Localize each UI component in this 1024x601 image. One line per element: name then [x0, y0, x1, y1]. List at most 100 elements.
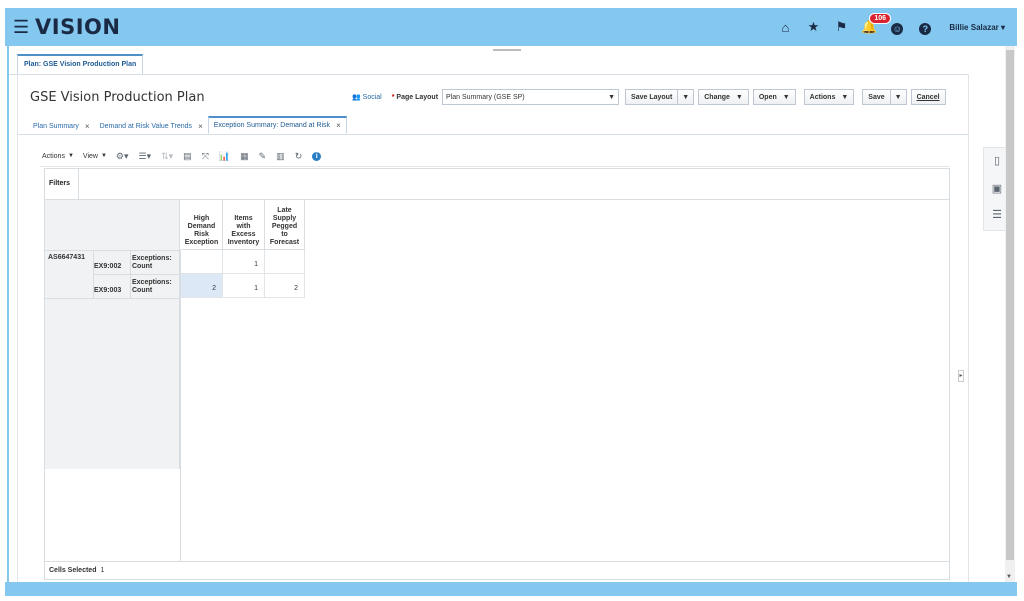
column-header-line: Late — [277, 207, 292, 214]
bottom-bar — [5, 582, 1017, 596]
data-cell[interactable]: 1 — [223, 250, 265, 274]
close-icon[interactable]: × — [85, 122, 90, 131]
chevron-down-icon: ▼ — [67, 153, 74, 159]
collapse-pane-handle[interactable]: ▸ — [958, 370, 964, 382]
status-label: Cells Selected — [49, 567, 97, 574]
bell-icon[interactable]: 🔔 106 — [855, 13, 892, 35]
save-dropdown[interactable]: ▼ — [890, 89, 907, 105]
hamburger-icon[interactable]: ☰ — [13, 18, 29, 36]
subtab-label: Demand at Risk Value Trends — [99, 123, 193, 130]
subtab-label: Plan Summary — [33, 123, 79, 130]
layout-icon[interactable]: ▣ — [990, 182, 1004, 196]
measure-line: Count — [132, 287, 153, 294]
open-button[interactable]: Open ▼ — [752, 89, 796, 105]
flag-icon[interactable]: ⚑ — [827, 19, 855, 35]
row-measure[interactable]: Exceptions: Count — [132, 255, 172, 271]
table-icon[interactable]: ▥ — [276, 151, 285, 162]
page-layout-select[interactable]: Plan Summary (GSE SP) ▼ — [442, 89, 620, 105]
help-icon[interactable]: ? — [911, 20, 939, 35]
change-button[interactable]: Change ▼ — [698, 89, 749, 105]
chevron-down-icon: ▼ — [735, 93, 743, 101]
actions-button[interactable]: Actions ▼ — [803, 89, 855, 105]
column-header[interactable]: High Demand Risk Exception — [181, 200, 223, 250]
pivot-grid: Filters AS6647431 EX9:002 Exceptions: Cou… — [44, 168, 950, 580]
format-icon[interactable]: ☰▾ — [139, 151, 152, 162]
data-cell[interactable] — [181, 250, 223, 274]
subtab-label: Exception Summary: Demand at Risk — [213, 122, 331, 129]
scroll-down-icon[interactable]: ▼ — [1006, 574, 1012, 580]
subtab-plan-summary[interactable]: Plan Summary × — [28, 122, 95, 134]
close-icon[interactable]: × — [336, 121, 341, 130]
toolbar-view-menu[interactable]: View ▼ — [83, 153, 107, 160]
expand-icon[interactable]: ⤧ — [202, 151, 209, 162]
grid-toolbar: Actions ▼ View ▼ ⚙▾ ☰▾ ⇅▾ ▤ ⤧ 📊 ▦ ✎ ▥ ↻ i — [42, 148, 331, 164]
export-icon[interactable]: ▦ — [240, 151, 249, 162]
star-icon[interactable]: ★ — [799, 19, 827, 35]
page-tab-plan[interactable]: Plan: GSE Vision Production Plan — [17, 54, 144, 74]
info-icon[interactable]: i — [312, 151, 322, 161]
settings-icon[interactable]: ⚙▾ — [116, 151, 129, 162]
row-divider — [45, 298, 180, 299]
accessibility-icon[interactable]: ☺ — [883, 20, 911, 35]
save-layout-button[interactable]: Save Layout — [625, 89, 679, 105]
vertical-scrollbar[interactable]: ▼ — [1005, 46, 1015, 582]
row-item[interactable]: AS6647431 — [48, 254, 85, 262]
home-icon[interactable]: ⌂ — [771, 20, 799, 35]
main-frame: Plan: GSE Vision Production Plan GSE Vis… — [7, 46, 1009, 582]
measure-line: Exceptions: — [132, 255, 172, 262]
column-header[interactable]: Items with Excess Inventory — [223, 200, 265, 250]
close-icon[interactable]: × — [198, 122, 203, 131]
column-header-line: Pegged — [271, 223, 298, 230]
save-button[interactable]: Save — [862, 89, 891, 105]
app-logo[interactable]: VISION — [35, 15, 120, 39]
edit-icon[interactable]: ✎ — [259, 151, 267, 162]
social-icon: 👥 — [352, 94, 361, 101]
refresh-icon[interactable]: ↻ — [295, 151, 303, 162]
panel-grip[interactable] — [493, 49, 521, 51]
column-header[interactable]: Late Supply Pegged to Forecast — [265, 200, 305, 250]
scrollbar-thumb[interactable] — [1006, 50, 1014, 560]
toolbar-view-label: View — [82, 152, 98, 160]
column-header-line: with — [236, 223, 251, 230]
measure-line: Exceptions: — [132, 279, 172, 286]
list-icon[interactable]: ☰ — [990, 208, 1004, 222]
top-bar: ☰ VISION ⌂ ★ ⚑ 🔔 106 ☺ ? Billie Salazar ▾ — [5, 8, 1017, 46]
cancel-button[interactable]: Cancel — [910, 89, 946, 105]
subtab-exception-summary[interactable]: Exception Summary: Demand at Risk × — [207, 116, 347, 134]
column-header-text: Late Supply Pegged to Forecast — [270, 207, 299, 247]
column-header-line: Items — [234, 215, 253, 222]
row-measure[interactable]: Exceptions: Count — [132, 279, 172, 295]
document-icon[interactable]: ▯ — [990, 154, 1004, 168]
subtab-demand-at-risk-trends[interactable]: Demand at Risk Value Trends × — [95, 122, 208, 134]
data-cell[interactable] — [265, 250, 305, 274]
row-exception[interactable]: EX9:002 — [94, 263, 121, 271]
filters-label[interactable]: Filters — [45, 169, 79, 199]
toolbar-actions-menu[interactable]: Actions ▼ — [42, 153, 74, 160]
subtabs: Plan Summary × Demand at Risk Value Trend… — [28, 116, 347, 134]
measure-line: Count — [132, 263, 153, 270]
toolbar-actions-label: Actions — [42, 152, 65, 160]
data-cell[interactable]: 1 — [223, 274, 265, 298]
chevron-down-icon: ▼ — [841, 93, 849, 101]
column-header-line: High — [193, 215, 210, 222]
row-divider — [93, 274, 180, 275]
save-grid-icon[interactable]: ▤ — [183, 151, 192, 162]
page-title: GSE Vision Production Plan — [30, 90, 205, 105]
status-bar: Cells Selected 1 — [45, 561, 949, 579]
data-cell[interactable]: 2 — [265, 274, 305, 298]
page-layout-label-text: Page Layout — [396, 93, 439, 101]
open-label: Open — [758, 93, 777, 101]
user-name: Billie Salazar — [949, 22, 999, 32]
data-cell-selected[interactable]: 2 — [181, 274, 223, 298]
chart-icon[interactable]: 📊 — [219, 151, 230, 162]
save-layout-dropdown[interactable]: ▼ — [678, 89, 695, 105]
user-menu[interactable]: Billie Salazar ▾ — [949, 23, 1005, 32]
column-header-text: Items with Excess Inventory — [228, 215, 260, 247]
cancel-label: Cancel — [916, 93, 940, 101]
chevron-down-icon: ▼ — [608, 93, 616, 101]
subtab-divider — [18, 134, 968, 135]
chevron-down-icon: ▼ — [100, 153, 107, 159]
row-exception[interactable]: EX9:003 — [94, 287, 121, 295]
social-link[interactable]: 👥 Social — [352, 93, 382, 101]
column-header-line: Exception — [184, 239, 219, 246]
